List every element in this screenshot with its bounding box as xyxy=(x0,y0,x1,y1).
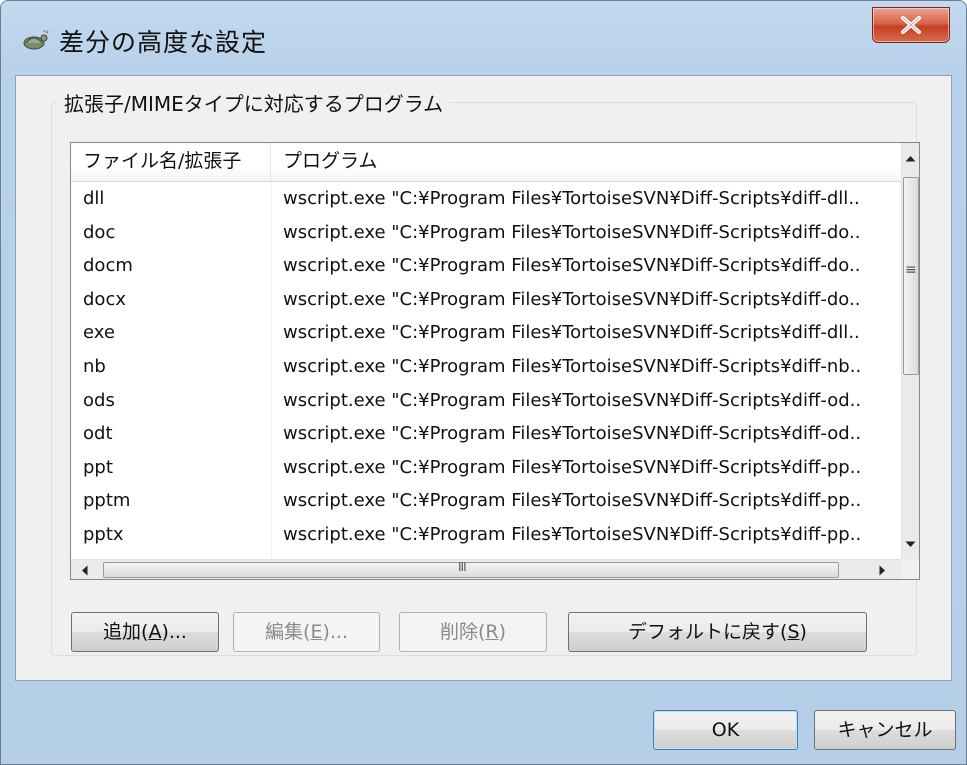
scroll-thumb-grip-h: III xyxy=(458,560,467,574)
row-extension: exe xyxy=(83,322,115,344)
row-program: wscript.exe "C:¥Program Files¥TortoiseSV… xyxy=(283,255,861,277)
dialog-client-area: 拡張子/MIMEタイプに対応するプログラム ファイル名/拡張子 プログラム dl… xyxy=(15,75,952,681)
group-title: 拡張子/MIMEタイプに対応するプログラム xyxy=(58,88,450,117)
vertical-scrollbar[interactable]: ≡ xyxy=(901,143,919,559)
table-row[interactable]: dll wscript.exe "C:¥Program Files¥Tortois… xyxy=(71,182,901,215)
title-bar[interactable]: 差分の高度な設定 xyxy=(1,1,966,77)
add-button-label: 追加( xyxy=(103,621,149,643)
table-row[interactable]: doc wscript.exe "C:¥Program Files¥Tortois… xyxy=(71,216,901,249)
row-program: wscript.exe "C:¥Program Files¥TortoiseSV… xyxy=(283,288,861,310)
row-program: wscript.exe "C:¥Program Files¥TortoiseSV… xyxy=(283,524,862,545)
edit-button-suffix: )... xyxy=(322,621,348,643)
column-header-extension[interactable]: ファイル名/拡張子 xyxy=(71,143,271,181)
delete-button-mnemonic: R xyxy=(485,621,499,643)
scroll-down-arrow-icon[interactable] xyxy=(905,541,916,548)
delete-button-suffix: ) xyxy=(498,621,507,643)
row-program: wscript.exe "C:¥Program Files¥TortoiseSV… xyxy=(283,188,860,209)
window-title: 差分の高度な設定 xyxy=(59,28,268,57)
tortoise-app-icon xyxy=(23,28,49,52)
restore-default-button[interactable]: デフォルトに戻す(S) xyxy=(568,612,867,652)
row-extension: docm xyxy=(83,255,133,277)
dialog-window: 差分の高度な設定 拡張子/MIMEタイプに対応するプログラム ファイル名/拡張子… xyxy=(0,0,967,765)
table-row[interactable]: docm wscript.exe "C:¥Program Files¥Tortoi… xyxy=(71,249,901,282)
edit-button[interactable]: 編集(E)... xyxy=(233,612,380,652)
ok-button[interactable]: OK xyxy=(653,710,798,750)
scroll-thumb-grip: ≡ xyxy=(905,262,917,278)
close-button[interactable] xyxy=(872,7,950,43)
row-program: wscript.exe "C:¥Program Files¥TortoiseSV… xyxy=(283,456,862,478)
edit-button-label: 編集( xyxy=(265,621,311,643)
column-header-program[interactable]: プログラム xyxy=(271,143,901,181)
row-program: wscript.exe "C:¥Program Files¥TortoiseSV… xyxy=(283,356,862,377)
row-extension: pptm xyxy=(83,490,131,512)
table-row[interactable]: docx wscript.exe "C:¥Program Files¥Tortoi… xyxy=(71,283,901,316)
table-row[interactable]: ppt wscript.exe "C:¥Program Files¥Tortois… xyxy=(71,451,901,484)
delete-button-label: 削除( xyxy=(439,621,486,643)
scroll-up-arrow-icon[interactable] xyxy=(905,155,916,162)
add-button-suffix: )... xyxy=(161,621,187,643)
row-extension: ods xyxy=(83,389,115,411)
table-row[interactable]: pptx wscript.exe "C:¥Program Files¥Tortoi… xyxy=(71,518,901,551)
list-header: ファイル名/拡張子 プログラム xyxy=(71,143,901,182)
edit-button-mnemonic: E xyxy=(310,621,323,643)
row-program: wscript.exe "C:¥Program Files¥TortoiseSV… xyxy=(283,322,860,344)
row-program: wscript.exe "C:¥Program Files¥TortoiseSV… xyxy=(283,389,862,411)
table-row[interactable]: ods wscript.exe "C:¥Program Files¥Tortois… xyxy=(71,384,901,417)
table-row[interactable]: nb wscript.exe "C:¥Program Files¥Tortoise… xyxy=(71,350,901,383)
restore-default-suffix: ) xyxy=(799,621,807,643)
row-extension: docx xyxy=(83,288,126,310)
restore-default-mnemonic: S xyxy=(787,621,800,643)
table-row[interactable]: exe wscript.exe "C:¥Program Files¥Tortois… xyxy=(71,316,901,349)
scroll-left-arrow-icon[interactable] xyxy=(81,565,88,576)
table-row[interactable]: odt wscript.exe "C:¥Program Files¥Tortois… xyxy=(71,417,901,450)
horizontal-scrollbar[interactable]: III xyxy=(71,559,901,579)
program-list[interactable]: ファイル名/拡張子 プログラム dll wscript.exe "C:¥Progr… xyxy=(70,142,920,580)
restore-default-label: デフォルトに戻す( xyxy=(628,621,788,643)
cancel-button[interactable]: キャンセル xyxy=(814,710,956,750)
row-program: wscript.exe "C:¥Program Files¥TortoiseSV… xyxy=(283,490,862,512)
row-extension: odt xyxy=(83,423,113,445)
scrollbar-corner xyxy=(901,559,919,579)
row-program: wscript.exe "C:¥Program Files¥TortoiseSV… xyxy=(283,423,862,445)
row-extension: pptx xyxy=(83,524,124,545)
add-button-mnemonic: A xyxy=(148,621,162,643)
delete-button[interactable]: 削除(R) xyxy=(399,612,547,652)
table-row[interactable]: pptm wscript.exe "C:¥Program Files¥Tortoi… xyxy=(71,484,901,517)
scroll-right-arrow-icon[interactable] xyxy=(879,565,886,576)
row-extension: doc xyxy=(83,221,116,243)
list-rows: dll wscript.exe "C:¥Program Files¥Tortois… xyxy=(71,182,901,558)
vertical-scroll-thumb[interactable]: ≡ xyxy=(903,177,919,375)
row-program: wscript.exe "C:¥Program Files¥TortoiseSV… xyxy=(283,221,861,243)
add-button[interactable]: 追加(A)... xyxy=(71,612,219,652)
row-extension: dll xyxy=(83,188,105,209)
horizontal-scroll-thumb[interactable]: III xyxy=(103,560,839,578)
row-extension: ppt xyxy=(83,456,113,478)
close-icon xyxy=(901,16,921,34)
row-extension: nb xyxy=(83,356,106,377)
